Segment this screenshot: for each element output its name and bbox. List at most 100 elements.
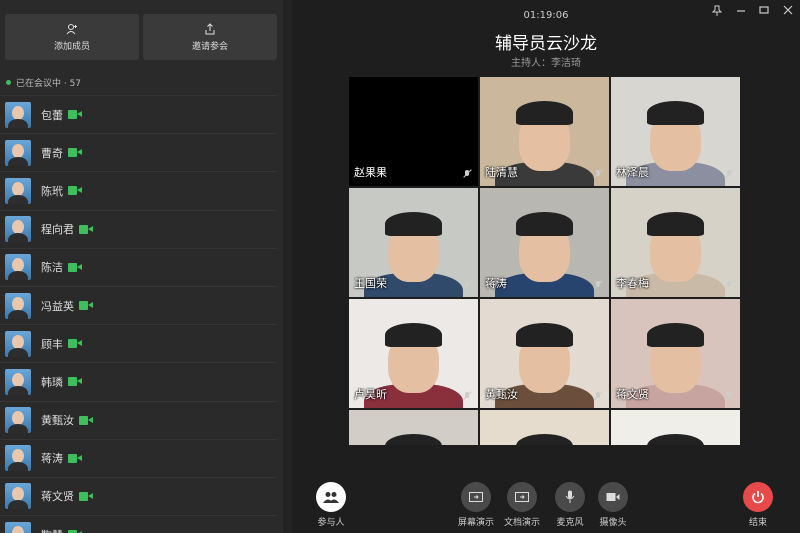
video-person-hair: [516, 100, 573, 125]
member-row[interactable]: 陈玳: [0, 171, 277, 209]
avatar: [5, 254, 31, 281]
video-tile[interactable]: 陆清慧: [480, 77, 609, 186]
member-row[interactable]: 包蕾: [0, 95, 277, 133]
member-row[interactable]: 蒋文贤: [0, 476, 277, 515]
mic-muted-icon: [726, 170, 732, 179]
video-person-hair: [647, 211, 704, 236]
video-person-hair: [385, 322, 442, 347]
invite-button[interactable]: 邀请参会: [143, 14, 277, 60]
video-participant-name: 卢昊昕: [354, 388, 387, 401]
camera-on-icon: [79, 415, 93, 425]
video-tile[interactable]: [611, 410, 740, 445]
mic-muted-icon: [726, 281, 732, 290]
camera-on-icon: [68, 110, 82, 120]
member-row[interactable]: 鞠慧: [0, 515, 277, 533]
member-name: 黄甄汝: [41, 414, 74, 428]
doc-share-label: 文档演示: [504, 518, 541, 528]
mic-muted-icon: [595, 281, 601, 290]
avatar: [5, 139, 31, 166]
camera-on-icon: [79, 491, 93, 501]
member-name: 包蕾: [41, 108, 63, 122]
doc-share-button[interactable]: 文档演示: [504, 482, 540, 528]
video-tile[interactable]: 蒋涛: [480, 188, 609, 297]
camera-on-icon: [79, 224, 93, 234]
avatar: [5, 407, 31, 434]
avatar: [5, 368, 31, 395]
member-name: 顾丰: [41, 337, 63, 351]
member-row[interactable]: 黄甄汝: [0, 400, 277, 439]
share-icon: [205, 22, 215, 34]
camera-on-icon: [68, 453, 82, 463]
member-row[interactable]: 程向君: [0, 209, 277, 248]
member-name: 蒋文贤: [41, 490, 74, 504]
invite-label: 邀请参会: [191, 41, 228, 52]
mic-muted-icon: [595, 392, 601, 401]
power-icon: [743, 482, 773, 512]
video-participant-name: 林泽晨: [616, 166, 649, 179]
video-participant-name: 陆清慧: [485, 166, 518, 179]
avatar: [5, 445, 31, 472]
video-participant-name: 蒋文贤: [616, 388, 649, 401]
video-tile[interactable]: [349, 410, 478, 445]
add-member-button[interactable]: 添加成员: [5, 14, 139, 60]
video-grid: 赵果果 陆清慧 林泽晨王国荣 蒋涛 李春梅卢昊昕 黄甄汝 蒋文贤: [349, 77, 741, 445]
video-person-hair: [647, 100, 704, 125]
avatar: [5, 216, 31, 243]
microphone-button[interactable]: 麦克风: [555, 482, 585, 528]
member-name: 陈洁: [41, 261, 63, 275]
end-meeting-button[interactable]: 结束: [743, 482, 773, 528]
video-tile[interactable]: 卢昊昕: [349, 299, 478, 408]
member-row[interactable]: 冯益英: [0, 285, 277, 324]
video-person-hair: [647, 433, 704, 445]
doc-share-icon: [507, 482, 537, 512]
member-row[interactable]: 曹奇: [0, 133, 277, 171]
member-name: 程向君: [41, 223, 74, 237]
mic-muted-icon: [726, 392, 732, 401]
video-tile[interactable]: 李春梅: [611, 188, 740, 297]
participants-sidebar: 添加成员 邀请参会 已在会议中 · 57 包蕾曹奇陈玳程向君陈洁冯益英顾丰韩璘黄…: [0, 0, 292, 533]
sidebar-scrollbar[interactable]: [283, 0, 292, 533]
meeting-timer: 01:19:06: [523, 10, 569, 21]
video-tile[interactable]: 蒋文贤: [611, 299, 740, 408]
screen-share-button[interactable]: 屏幕演示: [458, 482, 494, 528]
video-participant-name: 黄甄汝: [485, 388, 518, 401]
status-text: 已在会议中 · 57: [16, 79, 82, 89]
avatar: [5, 483, 31, 510]
screen-share-icon: [461, 482, 491, 512]
status-dot: [6, 80, 11, 85]
video-tile[interactable]: 林泽晨: [611, 77, 740, 186]
participants-button[interactable]: 参与人: [316, 482, 346, 528]
video-tile[interactable]: 赵果果: [349, 77, 478, 186]
mic-muted-icon: [464, 281, 470, 290]
screen-share-label: 屏幕演示: [458, 518, 495, 528]
member-name: 曹奇: [41, 146, 63, 160]
camera-icon: [598, 482, 628, 512]
member-row[interactable]: 陈洁: [0, 247, 277, 286]
member-row[interactable]: 顾丰: [0, 324, 277, 362]
member-row[interactable]: 蒋涛: [0, 438, 277, 477]
meeting-host: 主持人：李洁琦: [511, 58, 581, 69]
member-name: 韩璘: [41, 375, 63, 389]
camera-on-icon: [68, 262, 82, 272]
avatar: [5, 292, 31, 319]
camera-on-icon: [68, 148, 82, 158]
video-person-hair: [647, 322, 704, 347]
video-tile[interactable]: 黄甄汝: [480, 299, 609, 408]
video-participant-name: 李春梅: [616, 277, 649, 290]
add-member-label: 添加成员: [53, 41, 90, 52]
avatar: [5, 330, 31, 357]
camera-button[interactable]: 摄像头: [598, 482, 628, 528]
camera-on-icon: [68, 377, 82, 387]
member-row[interactable]: 韩璘: [0, 362, 277, 400]
video-tile[interactable]: 王国荣: [349, 188, 478, 297]
camera-on-icon: [68, 186, 82, 196]
meeting-status: 已在会议中 · 57: [6, 76, 81, 89]
video-person-hair: [385, 211, 442, 236]
end-label: 结束: [748, 518, 767, 528]
camera-label: 摄像头: [599, 518, 627, 528]
member-name: 陈玳: [41, 184, 63, 198]
mic-muted-icon: [464, 170, 470, 179]
video-tile[interactable]: [480, 410, 609, 445]
video-participant-name: 赵果果: [354, 166, 387, 179]
member-name: 鞠慧: [41, 527, 63, 533]
